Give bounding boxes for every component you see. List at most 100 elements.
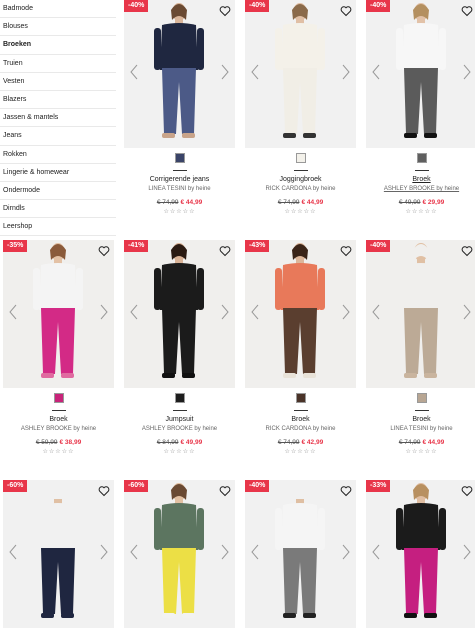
- product-image[interactable]: -35%: [3, 240, 114, 388]
- product-photo: [275, 499, 325, 618]
- color-swatch[interactable]: [174, 153, 185, 163]
- product-image[interactable]: -43%: [245, 240, 356, 388]
- product-image[interactable]: -40%: [366, 240, 475, 388]
- chevron-right-icon[interactable]: [221, 304, 229, 320]
- color-swatch[interactable]: [295, 153, 306, 163]
- product-image[interactable]: -40%: [245, 480, 356, 628]
- chevron-right-icon[interactable]: [342, 304, 350, 320]
- heart-icon[interactable]: [98, 484, 110, 497]
- chevron-left-icon[interactable]: [130, 544, 138, 560]
- heart-icon[interactable]: [219, 484, 231, 497]
- rating-stars: ☆☆☆☆☆: [405, 209, 438, 215]
- chevron-left-icon[interactable]: [251, 544, 259, 560]
- chevron-left-icon[interactable]: [9, 304, 17, 320]
- chevron-left-icon[interactable]: [251, 64, 259, 80]
- chevron-right-icon[interactable]: [463, 64, 471, 80]
- sidebar-item-badmode[interactable]: Badmode: [0, 0, 116, 19]
- chevron-right-icon[interactable]: [342, 64, 350, 80]
- chevron-right-icon[interactable]: [100, 304, 108, 320]
- product-image[interactable]: -40%: [366, 0, 475, 148]
- rating-stars: ☆☆☆☆☆: [405, 449, 438, 455]
- heart-icon[interactable]: [461, 484, 473, 497]
- sidebar-item-truien[interactable]: Truien: [0, 55, 116, 73]
- chevron-left-icon[interactable]: [372, 64, 380, 80]
- product-image[interactable]: -40%: [245, 0, 356, 148]
- color-swatch[interactable]: [416, 393, 427, 403]
- swatch-underline: [414, 170, 429, 171]
- heart-icon[interactable]: [98, 244, 110, 257]
- chevron-right-icon[interactable]: [100, 544, 108, 560]
- chevron-left-icon[interactable]: [372, 304, 380, 320]
- chevron-left-icon[interactable]: [130, 304, 138, 320]
- product-card[interactable]: -43% Broek RICK CARDONA by heine € 74,99…: [245, 240, 356, 468]
- chevron-left-icon[interactable]: [372, 544, 380, 560]
- chevron-right-icon[interactable]: [463, 544, 471, 560]
- sidebar-item-blouses[interactable]: Blouses: [0, 18, 116, 37]
- sidebar-item-blazers[interactable]: Blazers: [0, 91, 116, 110]
- product-card[interactable]: -60%: [124, 480, 235, 633]
- product-card[interactable]: -40% Corrigerende jeans LINEA TESINI by …: [124, 0, 235, 228]
- heart-icon[interactable]: [219, 244, 231, 257]
- sidebar-item-jassen-mantels[interactable]: Jassen & mantels: [0, 109, 116, 128]
- product-image[interactable]: -33%: [366, 480, 475, 628]
- product-card[interactable]: -40% Broek LINEA TESINI by heine € 74,99…: [366, 240, 475, 468]
- color-swatch[interactable]: [53, 393, 64, 403]
- sidebar-item-dirndls[interactable]: Dirndls: [0, 200, 116, 219]
- chevron-left-icon[interactable]: [130, 64, 138, 80]
- product-image[interactable]: -60%: [3, 480, 114, 628]
- chevron-right-icon[interactable]: [221, 64, 229, 80]
- color-swatch[interactable]: [174, 393, 185, 403]
- swatch-underline: [414, 410, 429, 411]
- product-card[interactable]: -35% Broek ASHLEY BROOKE by heine € 59,9…: [3, 240, 114, 468]
- sidebar-item-jeans[interactable]: Jeans: [0, 127, 116, 146]
- product-card[interactable]: -40% Broek ASHLEY BROOKE by heine € 49,9…: [366, 0, 475, 228]
- heart-icon[interactable]: [340, 484, 352, 497]
- product-name[interactable]: Jumpsuit: [124, 415, 235, 424]
- old-price: € 74,99: [156, 199, 179, 206]
- product-card[interactable]: -40%: [245, 480, 356, 633]
- product-card[interactable]: -41% Jumpsuit ASHLEY BROOKE by heine € 8…: [124, 240, 235, 468]
- heart-icon[interactable]: [219, 4, 231, 17]
- heart-icon[interactable]: [340, 244, 352, 257]
- product-brand: RICK CARDONA by heine: [265, 186, 336, 192]
- product-brand: ASHLEY BROOKE by heine: [383, 186, 460, 192]
- heart-icon[interactable]: [461, 4, 473, 17]
- product-card[interactable]: -40% Joggingbroek RICK CARDONA by heine …: [245, 0, 356, 228]
- sale-price: € 44,99: [422, 439, 445, 446]
- old-price: € 84,99: [156, 439, 179, 446]
- product-name[interactable]: Joggingbroek: [245, 175, 356, 184]
- product-card[interactable]: -60%: [3, 480, 114, 633]
- product-name[interactable]: Broek: [3, 415, 114, 424]
- product-brand: RICK CARDONA by heine: [265, 426, 336, 432]
- sale-price: € 44,99: [180, 199, 203, 206]
- product-image[interactable]: -60%: [124, 480, 235, 628]
- chevron-right-icon[interactable]: [221, 544, 229, 560]
- chevron-right-icon[interactable]: [463, 304, 471, 320]
- product-image[interactable]: -41%: [124, 240, 235, 388]
- product-info: Corrigerende jeans LINEA TESINI by heine…: [124, 148, 235, 215]
- discount-badge: -35%: [3, 240, 28, 252]
- sidebar-item-rokken[interactable]: Rokken: [0, 146, 116, 164]
- product-name[interactable]: Broek: [245, 415, 356, 424]
- product-photo: [154, 243, 204, 378]
- chevron-left-icon[interactable]: [251, 304, 259, 320]
- chevron-right-icon[interactable]: [342, 544, 350, 560]
- product-card[interactable]: -33%: [366, 480, 475, 633]
- product-name[interactable]: Corrigerende jeans: [124, 175, 235, 184]
- sidebar-item-vesten[interactable]: Vesten: [0, 73, 116, 91]
- heart-icon[interactable]: [461, 244, 473, 257]
- sidebar-item-ondermode[interactable]: Ondermode: [0, 182, 116, 201]
- product-photo: [275, 3, 325, 138]
- product-name[interactable]: Broek: [366, 175, 475, 184]
- sidebar-item-broeken[interactable]: Broeken: [0, 36, 116, 55]
- heart-icon[interactable]: [340, 4, 352, 17]
- sidebar-item-leershop[interactable]: Leershop: [0, 218, 116, 237]
- product-image[interactable]: -40%: [124, 0, 235, 148]
- color-swatch[interactable]: [416, 153, 427, 163]
- discount-badge: -40%: [124, 0, 149, 12]
- product-name[interactable]: Broek: [366, 415, 475, 424]
- color-swatch[interactable]: [295, 393, 306, 403]
- discount-badge: -60%: [3, 480, 28, 492]
- sidebar-item-lingerie-homewear[interactable]: Lingerie & homewear: [0, 164, 116, 182]
- chevron-left-icon[interactable]: [9, 544, 17, 560]
